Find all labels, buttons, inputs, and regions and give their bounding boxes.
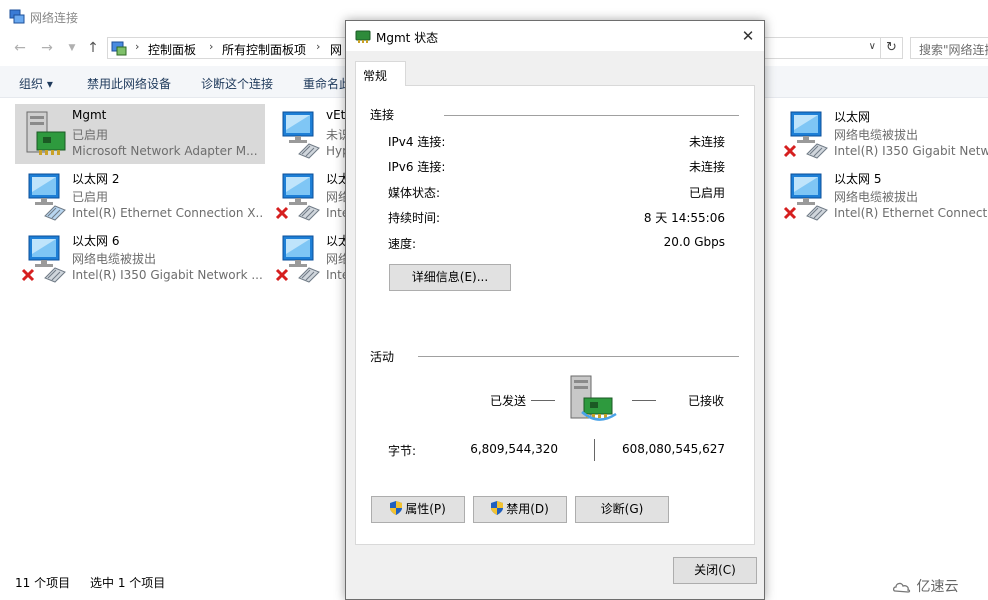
diagnose-connection-button[interactable]: 诊断这个连接	[201, 75, 273, 92]
bytes-received-value: 608,080,545,627	[621, 442, 725, 456]
item-status: 网络电缆被拔出	[834, 190, 919, 204]
tab-general[interactable]: 常规	[355, 61, 406, 86]
recent-locations-chevron-down-icon[interactable]: ▼	[63, 39, 81, 57]
item-count: 11 个项目	[15, 576, 71, 590]
rename-button[interactable]: 重命名此	[303, 75, 351, 92]
list-item[interactable]: Mgmt 已启用 Microsoft Network Adapter M...	[15, 104, 265, 164]
disable-label: 禁用(D)	[506, 502, 549, 516]
uac-shield-icon	[491, 501, 504, 515]
properties-button[interactable]: 属性(P)	[371, 496, 465, 523]
status-dialog: Mgmt 状态 ✕ 常规 连接 IPv4 连接: 未连接 IPv6 连接: 未连…	[345, 20, 765, 600]
general-panel: 连接 IPv4 连接: 未连接 IPv6 连接: 未连接 媒体状态: 已启用 持…	[355, 85, 755, 545]
ipv4-value: 未连接	[688, 135, 725, 149]
connection-heading: 连接	[370, 106, 401, 123]
breadcrumb-network-connections[interactable]: 网	[330, 41, 342, 58]
item-status: 已启用	[72, 128, 109, 142]
search-placeholder: 搜索"网络连接"	[919, 43, 988, 57]
item-adapter: Intel(R) Ethernet Connectio	[834, 206, 988, 220]
breadcrumb-separator-icon[interactable]: ›	[316, 40, 320, 53]
item-name: 以太网 2	[72, 172, 120, 186]
received-dash	[632, 400, 656, 401]
bytes-sent-value: 6,809,544,320	[470, 442, 558, 456]
breadcrumb-control-panel[interactable]: 控制面板	[148, 41, 196, 58]
control-panel-icon	[111, 41, 127, 56]
ipv4-label: IPv4 连接:	[388, 135, 446, 149]
yisu-cloud-logo-icon	[892, 582, 911, 593]
network-monitor-icon	[275, 173, 320, 221]
received-label: 已接收	[688, 394, 725, 408]
activity-heading: 活动	[370, 348, 401, 365]
duration-value: 8 天 14:55:06	[643, 211, 725, 225]
details-button[interactable]: 详细信息(E)...	[389, 264, 511, 291]
item-name: Mgmt	[72, 108, 107, 122]
back-icon[interactable]: ←	[11, 39, 29, 57]
network-monitor-icon	[282, 111, 320, 159]
duration-label: 持续时间:	[388, 211, 441, 225]
speed-label: 速度:	[388, 237, 417, 251]
connection-divider	[444, 115, 739, 116]
breadcrumb-all-items[interactable]: 所有控制面板项	[222, 41, 306, 58]
network-connections-icon	[9, 9, 25, 24]
breadcrumb-separator-icon[interactable]: ›	[135, 40, 139, 53]
item-status: 网络电缆被拔出	[72, 252, 157, 266]
network-monitor-icon	[275, 235, 320, 283]
ipv6-value: 未连接	[688, 160, 725, 174]
tab-general-label: 常规	[363, 69, 388, 83]
media-state-value: 已启用	[688, 186, 725, 200]
forward-icon[interactable]: →	[38, 39, 56, 57]
network-monitor-icon	[783, 173, 828, 221]
search-input[interactable]: 搜索"网络连接"	[910, 37, 988, 59]
item-adapter: Intel(R) I350 Gigabit Netwo	[834, 144, 988, 158]
network-adapter-icon	[355, 30, 371, 43]
disable-button[interactable]: 禁用(D)	[473, 496, 567, 523]
list-item[interactable]: 以太网 5 网络电缆被拔出 Intel(R) Ethernet Connectio	[777, 166, 988, 226]
list-item[interactable]: 以太网 6 网络电缆被拔出 Intel(R) I350 Gigabit Networ…	[15, 228, 265, 288]
activity-divider	[418, 356, 739, 357]
speed-value: 20.0 Gbps	[663, 235, 725, 249]
item-adapter: Microsoft Network Adapter M...	[72, 144, 258, 158]
item-adapter: Intel(R) Ethernet Connection X...	[72, 206, 262, 220]
network-adapter-computer-icon	[26, 111, 66, 155]
item-status: 网络电缆被拔出	[834, 128, 919, 142]
bytes-label: 字节:	[388, 444, 417, 458]
dialog-title: Mgmt 状态	[376, 31, 439, 45]
sent-dash	[531, 400, 555, 401]
uac-shield-icon	[390, 501, 403, 515]
network-monitor-icon	[21, 235, 66, 283]
item-adapter: Intel(R) I350 Gigabit Network ...	[72, 268, 262, 282]
refresh-icon[interactable]: ↻	[881, 37, 903, 59]
watermark-text: 亿速云	[916, 579, 959, 595]
close-button[interactable]: 关闭(C)	[673, 557, 757, 584]
properties-label: 属性(P)	[405, 502, 446, 516]
ipv6-label: IPv6 连接:	[388, 160, 446, 174]
up-icon[interactable]: ↑	[84, 39, 102, 57]
disable-device-button[interactable]: 禁用此网络设备	[87, 75, 171, 92]
network-monitor-icon	[783, 111, 828, 159]
list-item[interactable]: 以太网 2 已启用 Intel(R) Ethernet Connection X..…	[15, 166, 265, 226]
bytes-divider	[594, 439, 595, 461]
item-name: 以太网 6	[72, 234, 120, 248]
selected-count: 选中 1 个项目	[90, 576, 166, 590]
breadcrumb-separator-icon[interactable]: ›	[209, 40, 213, 53]
network-monitor-icon	[28, 173, 66, 221]
address-dropdown-chevron-down-icon[interactable]: ∨	[869, 41, 876, 52]
item-name: 以太网 5	[834, 172, 882, 186]
item-name: 以太网	[834, 110, 871, 124]
diagnose-button[interactable]: 诊断(G)	[575, 496, 669, 523]
watermark: 亿速云	[892, 576, 958, 596]
computer-activity-icon	[570, 375, 617, 421]
window-title: 网络连接	[30, 11, 79, 25]
organize-menu[interactable]: 组织 ▾	[19, 75, 53, 92]
sent-label: 已发送	[490, 394, 527, 408]
media-state-label: 媒体状态:	[388, 186, 441, 200]
close-icon[interactable]: ✕	[736, 24, 760, 48]
list-item[interactable]: 以太网网络电缆被拔出 Intel(R) I350 Gigabit Netwo	[777, 104, 988, 164]
item-status: 已启用	[72, 190, 109, 204]
dialog-titlebar[interactable]: Mgmt 状态 ✕	[346, 21, 764, 51]
